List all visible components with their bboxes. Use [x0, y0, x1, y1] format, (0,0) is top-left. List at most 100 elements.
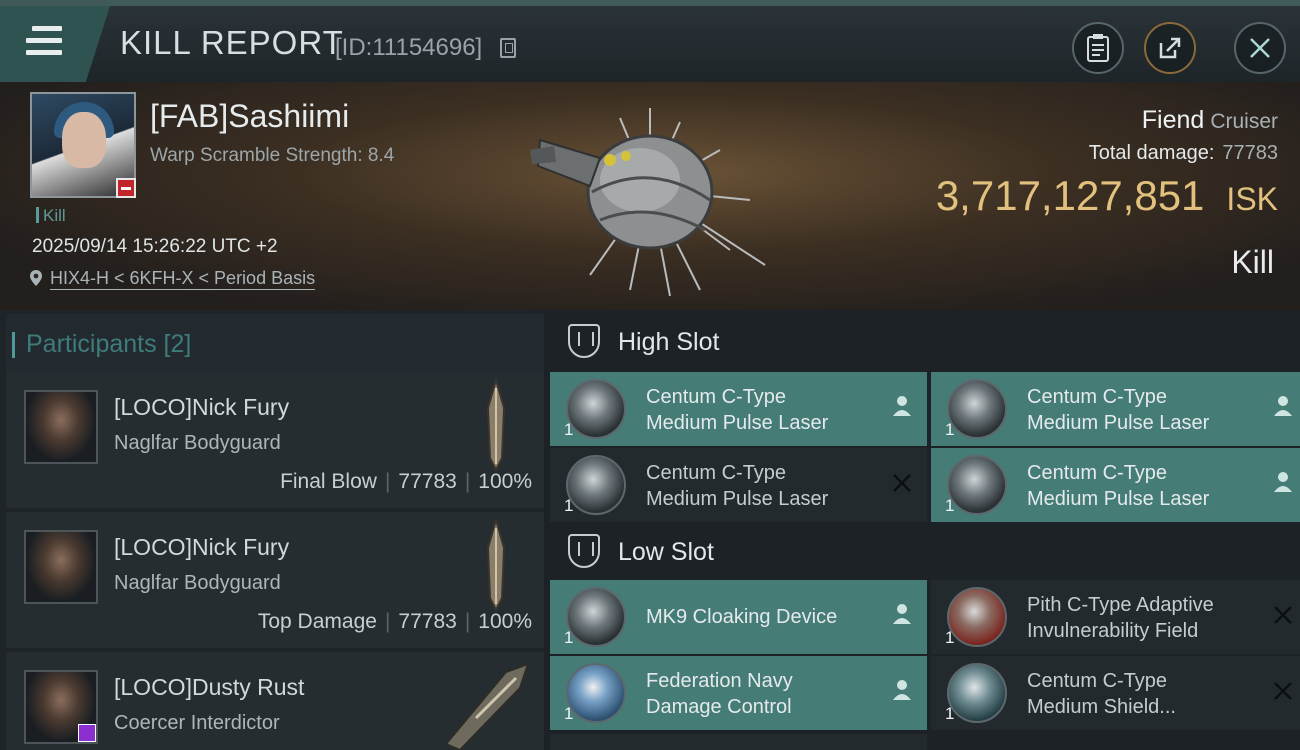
module-name: Centum C-Type Medium Shield...: [1027, 668, 1267, 720]
copy-icon[interactable]: [500, 38, 516, 58]
close-button[interactable]: [1234, 22, 1286, 74]
module-card[interactable]: 1 Centum C-Type Medium Pulse Laser: [931, 372, 1300, 446]
pulse-laser-icon: [947, 455, 1007, 515]
participant-ship-icon: [444, 662, 530, 750]
ship-type-name: Fiend: [1141, 106, 1205, 134]
participant-avatar: [24, 530, 98, 604]
participant-ship: Naglfar Bodyguard: [114, 432, 281, 454]
participant-ship: Naglfar Bodyguard: [114, 572, 281, 594]
corp-badge-icon: [116, 178, 136, 198]
result-label: Kill: [1231, 244, 1274, 280]
participant-name: [LOCO]Nick Fury: [114, 394, 290, 420]
module-name-line1: Centum C-Type: [1027, 462, 1168, 484]
module-name-line1: Federation Navy: [646, 670, 793, 692]
total-damage-label: Total damage:: [1088, 142, 1215, 164]
isk-amount: 3,717,127,851: [935, 172, 1205, 219]
report-button[interactable]: [1072, 22, 1124, 74]
damage-control-icon: [566, 663, 626, 723]
participant-ship-icon: [486, 518, 506, 612]
module-name: Federation Navy Damage Control: [646, 668, 886, 720]
participant-row[interactable]: [LOCO]Nick Fury Naglfar Bodyguard Top Da…: [6, 512, 544, 648]
menu-button[interactable]: [0, 6, 110, 82]
person-icon: [893, 396, 911, 416]
participant-name: [LOCO]Dusty Rust: [114, 674, 305, 700]
module-name-line2: Invulnerability Field: [1027, 620, 1199, 642]
hamburger-icon: [26, 26, 62, 62]
participant-row[interactable]: [LOCO]Nick Fury Naglfar Bodyguard Final …: [6, 372, 544, 508]
module-card[interactable]: 1 MK9 Cloaking Device: [550, 580, 927, 654]
module-name-line2: Medium Pulse Laser: [1027, 488, 1210, 510]
participants-title: Participants [2]: [11, 330, 192, 358]
x-icon: [1274, 606, 1292, 624]
module-name-line1: Pith C-Type Adaptive: [1027, 594, 1214, 616]
module-card[interactable]: [550, 734, 927, 750]
stat-damage: 77783: [398, 610, 457, 633]
kill-datetime: 2025/09/14 15:26:22 UTC +2: [32, 236, 278, 257]
location-text[interactable]: HIX4-H < 6KFH-X < Period Basis: [50, 268, 316, 290]
low-slot-icon: [568, 534, 600, 568]
high-slot-icon: [568, 324, 600, 358]
victim-name[interactable]: [FAB]Sashiimi: [150, 98, 349, 135]
location-pin-icon: [30, 270, 42, 286]
cloaking-device-icon: [566, 587, 626, 647]
x-icon: [1274, 682, 1292, 700]
ship-class: Cruiser: [1210, 110, 1278, 133]
module-card[interactable]: 1 Centum C-Type Medium Shield...: [931, 656, 1300, 730]
ship-render: [530, 108, 766, 297]
low-slot-label: Low Slot: [618, 538, 714, 566]
module-card[interactable]: 1 Pith C-Type Adaptive Invulnerability Fi…: [931, 580, 1300, 654]
close-icon: [1250, 38, 1270, 58]
stat-separator: |: [464, 470, 471, 493]
module-quantity: 1: [945, 420, 955, 439]
module-name-line1: Centum C-Type: [1027, 386, 1168, 408]
participant-row[interactable]: [LOCO]Dusty Rust Coercer Interdictor: [6, 652, 544, 750]
participant-stats: Top Damage | 77783 | 100%: [258, 610, 532, 634]
module-quantity: 1: [945, 628, 955, 647]
share-button[interactable]: [1144, 22, 1196, 74]
total-damage: Total damage: 77783: [1089, 142, 1278, 165]
module-name: Centum C-Type Medium Pulse Laser: [646, 460, 886, 512]
page-title: KILL REPORT: [120, 24, 344, 61]
x-icon: [893, 474, 911, 492]
pulse-laser-icon: [566, 455, 626, 515]
stat-separator: |: [384, 470, 391, 493]
location-link[interactable]: HIX4-H < 6KFH-X < Period Basis: [30, 268, 316, 290]
module-card[interactable]: 1 Centum C-Type Medium Pulse Laser: [550, 448, 927, 522]
module-name: Centum C-Type Medium Pulse Laser: [1027, 460, 1267, 512]
info-badge-icon: [78, 724, 96, 742]
module-name-line1: Centum C-Type: [646, 386, 787, 408]
share-icon: [1159, 37, 1181, 59]
stat-separator: |: [384, 610, 391, 633]
person-icon: [893, 680, 911, 700]
shield-icon: [947, 663, 1007, 723]
high-slot-header: High Slot: [550, 312, 1300, 370]
participant-avatar: [24, 390, 98, 464]
isk-unit: ISK: [1226, 181, 1278, 217]
module-card[interactable]: 1 Centum C-Type Medium Pulse Laser: [931, 448, 1300, 522]
module-card[interactable]: 1 Federation Navy Damage Control: [550, 656, 927, 730]
participants-panel: Participants [2] [LOCO]Nick Fury Naglfar…: [0, 310, 544, 750]
shield-icon: [947, 587, 1007, 647]
stat-percent: 100%: [478, 470, 532, 493]
module-name-line2: Medium Pulse Laser: [646, 412, 829, 434]
module-quantity: 1: [564, 704, 574, 723]
kill-tag: Kill: [36, 206, 66, 226]
total-damage-value: 77783: [1222, 142, 1278, 164]
module-name-line2: Medium Pulse Laser: [646, 488, 829, 510]
module-card[interactable]: 1 Centum C-Type Medium Pulse Laser: [550, 372, 927, 446]
module-name: Centum C-Type Medium Pulse Laser: [1027, 384, 1267, 436]
ship-name[interactable]: Fiend Cruiser: [1142, 106, 1278, 135]
participant-ship: Coercer Interdictor: [114, 712, 280, 734]
victim-avatar[interactable]: [30, 92, 136, 198]
pulse-laser-icon: [566, 379, 626, 439]
module-name: MK9 Cloaking Device: [646, 604, 886, 630]
stat-label: Final Blow: [280, 470, 377, 493]
person-icon: [1274, 472, 1292, 492]
participant-name: [LOCO]Nick Fury: [114, 534, 290, 560]
module-quantity: 1: [945, 496, 955, 515]
person-icon: [1274, 396, 1292, 416]
module-quantity: 1: [564, 420, 574, 439]
victim-summary: [FAB]Sashiimi Warp Scramble Strength: 8.…: [0, 82, 1300, 310]
stat-label: Top Damage: [257, 610, 377, 633]
module-name: Centum C-Type Medium Pulse Laser: [646, 384, 886, 436]
